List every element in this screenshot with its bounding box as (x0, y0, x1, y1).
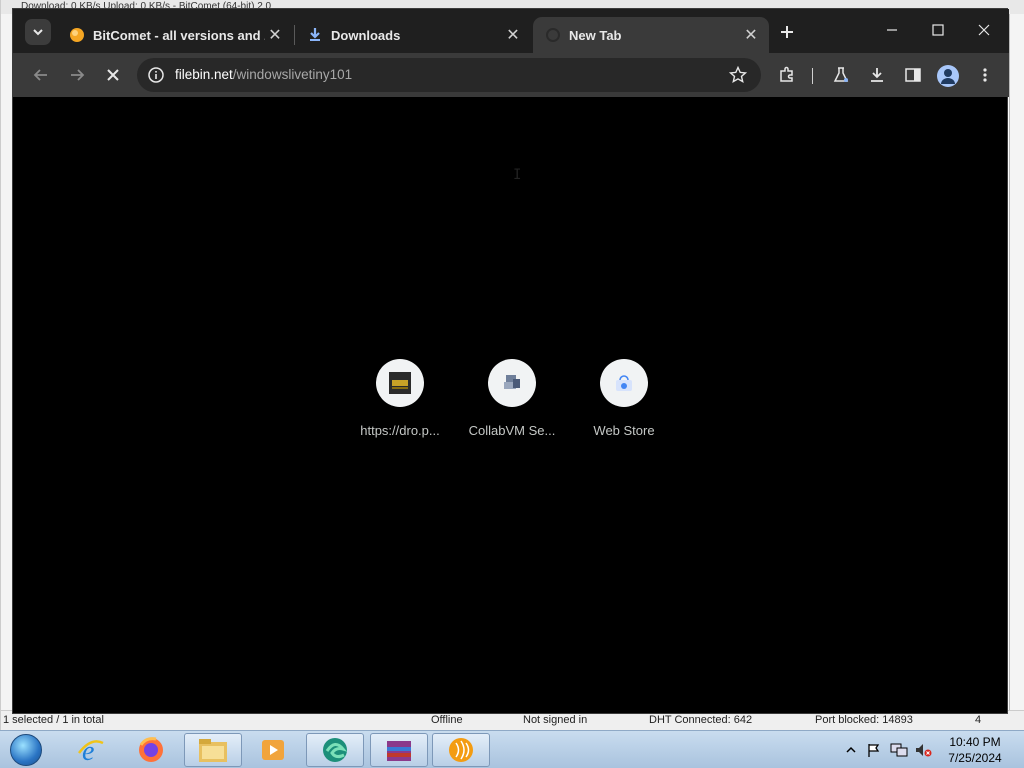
close-icon[interactable]: ✕ (265, 25, 285, 45)
shortcut-tile-dro[interactable]: https://dro.p... (344, 359, 456, 459)
close-icon (107, 69, 119, 81)
new-tab-button[interactable] (775, 20, 799, 44)
taskbar-internet-explorer[interactable]: e (62, 733, 120, 767)
flag-icon (868, 744, 880, 757)
show-hidden-icons-button[interactable] (846, 731, 856, 768)
taskbar-winrar[interactable] (370, 733, 428, 767)
web-store-icon (600, 359, 648, 407)
loading-spinner-icon (545, 27, 561, 43)
close-icon[interactable]: ✕ (503, 25, 523, 45)
download-icon (871, 68, 883, 82)
puzzle-icon (780, 66, 793, 82)
shortcut-label: CollabVM Se... (468, 423, 556, 438)
shortcut-tile-web-store[interactable]: Web Store (568, 359, 680, 459)
windows-logo-icon (10, 734, 42, 766)
chevron-up-icon (846, 746, 856, 753)
labs-button[interactable] (827, 61, 855, 89)
side-panel-icon (905, 68, 921, 82)
maximize-button[interactable] (915, 15, 961, 45)
url-host: filebin.net (175, 67, 233, 82)
close-icon (978, 24, 990, 36)
url-path: /windowslivetiny101 (232, 67, 353, 82)
stop-loading-button[interactable] (99, 61, 127, 89)
tab-title: BitComet - all versions and zip (93, 27, 265, 43)
download-icon (307, 27, 323, 43)
firefox-icon (139, 737, 163, 762)
url-text[interactable]: filebin.net/windowslivetiny101 (175, 67, 352, 82)
bookmark-star-icon[interactable] (729, 66, 747, 84)
tab-search-button[interactable] (25, 19, 51, 45)
bitcomet-right-pane (1009, 14, 1024, 710)
tab-title: Downloads (331, 27, 401, 43)
windows-taskbar: e 10:40 PM 7/25/2024 (0, 730, 1024, 768)
tab-title: New Tab (569, 27, 622, 43)
extensions-button[interactable] (773, 61, 801, 89)
side-panel-button[interactable] (899, 61, 927, 89)
svg-text:e: e (82, 736, 94, 765)
clock-date: 7/25/2024 (948, 751, 1002, 765)
taskbar-file-explorer[interactable] (184, 733, 242, 767)
kebab-menu-icon (983, 68, 987, 82)
network-icon (890, 743, 908, 757)
shortcut-tile-collabvm[interactable]: CollabVM Se... (456, 359, 568, 459)
taskbar-firefox[interactable] (122, 733, 180, 767)
toolbar-separator (812, 68, 813, 84)
port-status: Port blocked: 14893 (815, 714, 913, 726)
browser-toolbar: filebin.net/windowslivetiny101 (13, 53, 1009, 97)
taskbar-edge[interactable] (306, 733, 364, 767)
menu-button[interactable] (971, 61, 999, 89)
text-cursor-icon: I (513, 167, 522, 183)
plus-icon (781, 26, 793, 38)
maximize-icon (932, 24, 944, 36)
close-window-button[interactable] (961, 15, 1007, 45)
chrome-window: BitComet - all versions and zip ✕ Downlo… (12, 8, 1009, 714)
tab-strip: BitComet - all versions and zip ✕ Downlo… (13, 9, 1009, 53)
downloads-button[interactable] (863, 61, 891, 89)
network-tray[interactable] (890, 731, 908, 768)
tab-new-tab[interactable]: New Tab ✕ (533, 17, 769, 53)
tab-bitcomet[interactable]: BitComet - all versions and zip ✕ (57, 17, 293, 53)
profile-avatar[interactable] (937, 65, 959, 87)
minimize-button[interactable] (869, 15, 915, 45)
taskbar-bitcomet[interactable] (432, 733, 490, 767)
site-info-icon[interactable] (147, 66, 165, 84)
clock-time: 10:40 PM (949, 735, 1001, 749)
media-player-icon (262, 740, 284, 760)
count-status: 4 (975, 714, 982, 726)
minimize-icon (887, 29, 897, 31)
selection-status: 1 selected / 1 in total (3, 714, 104, 726)
close-icon[interactable]: ✕ (741, 25, 761, 45)
shortcut-label: Web Store (593, 423, 655, 438)
person-icon (941, 69, 955, 84)
chevron-down-icon (33, 29, 43, 36)
winrar-icon (387, 741, 411, 761)
arrow-right-icon (71, 69, 85, 81)
bitcomet-icon (449, 738, 473, 762)
volume-muted-icon (916, 744, 932, 757)
dropbox-like-site-icon (376, 359, 424, 407)
dht-status: DHT Connected: 642 (649, 714, 753, 726)
start-button[interactable] (4, 733, 48, 767)
account-status: Not signed in (523, 714, 588, 726)
system-clock[interactable]: 10:40 PM 7/25/2024 (940, 734, 1010, 766)
collabvm-icon (488, 359, 536, 407)
edge-icon (323, 738, 348, 762)
tab-downloads[interactable]: Downloads ✕ (295, 17, 531, 53)
volume-tray[interactable] (914, 731, 932, 768)
bitcomet-icon (69, 27, 85, 43)
arrow-left-icon (33, 69, 47, 81)
flask-icon (833, 67, 849, 82)
action-center-tray[interactable] (866, 731, 882, 768)
address-bar[interactable]: filebin.net/windowslivetiny101 (137, 58, 761, 92)
new-tab-page: I https://dro.p... CollabVM Se... Web St… (13, 97, 1007, 713)
online-status: Offline (431, 714, 463, 726)
shortcut-label: https://dro.p... (360, 423, 440, 438)
internet-explorer-icon: e (78, 736, 104, 765)
file-explorer-icon (199, 739, 227, 762)
forward-button[interactable] (63, 61, 91, 89)
back-button[interactable] (27, 61, 55, 89)
taskbar-media-player[interactable] (244, 733, 302, 767)
